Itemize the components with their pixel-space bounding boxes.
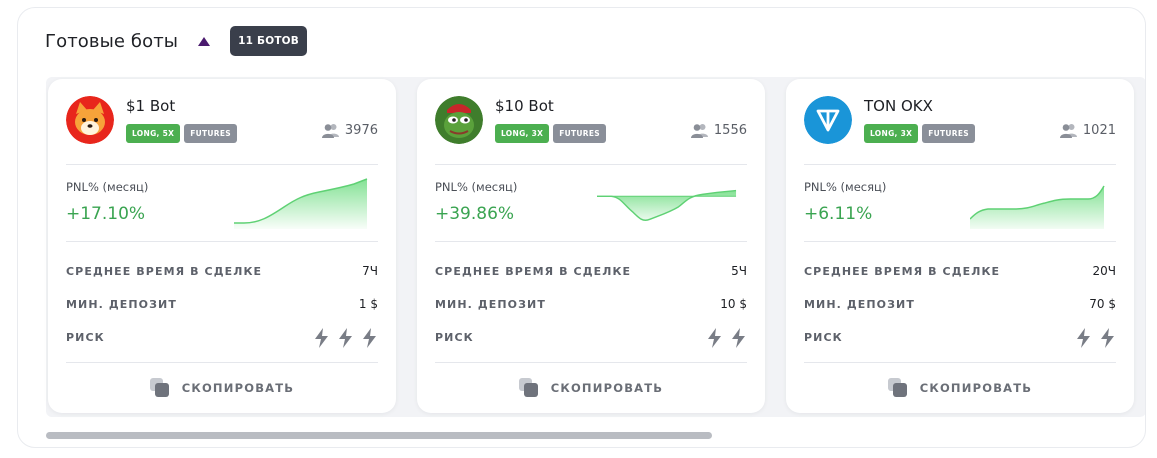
pepe-frog-icon	[435, 96, 483, 144]
lightning-icon	[1101, 328, 1114, 348]
copy-bot-button[interactable]: СКОПИРОВАТЬ	[48, 375, 396, 401]
ton-logo-icon	[804, 96, 852, 144]
bot-card: TON OKX LONG, 3X FUTURES 1021 PNL% (меся…	[786, 79, 1134, 413]
divider	[435, 362, 747, 363]
copy-label: СКОПИРОВАТЬ	[919, 381, 1033, 395]
copy-icon	[887, 378, 907, 397]
divider	[66, 362, 378, 363]
avg-time-label: СРЕДНЕЕ ВРЕМЯ В СДЕЛКЕ	[66, 265, 263, 278]
users-icon	[690, 124, 708, 138]
risk-indicator	[313, 328, 378, 348]
panel-title: Готовые боты	[45, 30, 179, 52]
copy-bot-button[interactable]: СКОПИРОВАТЬ	[786, 375, 1134, 401]
copy-icon	[149, 378, 169, 397]
users-count-value: 3976	[344, 123, 378, 138]
bot-name: $10 Bot	[495, 97, 554, 115]
risk-label: РИСК	[804, 331, 843, 344]
lightning-icon	[315, 328, 328, 348]
users-count: 1556	[690, 123, 747, 138]
copy-label: СКОПИРОВАТЬ	[550, 381, 664, 395]
shiba-inu-icon	[66, 96, 114, 144]
divider	[435, 241, 747, 242]
market-tag: FUTURES	[184, 124, 238, 143]
users-icon	[1059, 124, 1077, 138]
avg-time-value: 7Ч	[362, 264, 378, 278]
divider	[435, 164, 747, 165]
market-tag: FUTURES	[553, 124, 607, 143]
market-tag: FUTURES	[922, 124, 976, 143]
divider	[804, 362, 1116, 363]
lightning-icon	[339, 328, 352, 348]
ready-bots-panel: Готовые боты 11 БОТОВ $1 Bot LONG, 5X FU…	[17, 7, 1146, 448]
risk-label: РИСК	[66, 331, 105, 344]
min-deposit-label: МИН. ДЕПОЗИТ	[435, 298, 546, 311]
min-deposit-value: 10 $	[720, 297, 747, 311]
bot-card: $1 Bot LONG, 5X FUTURES 3976 PNL% (месяц…	[48, 79, 396, 413]
pnl-sparkline	[970, 185, 1105, 229]
risk-label: РИСК	[435, 331, 474, 344]
avg-time-value: 20Ч	[1092, 264, 1117, 278]
pnl-label: PNL% (месяц)	[435, 180, 518, 194]
bot-name: TON OKX	[864, 97, 933, 115]
strategy-tag: LONG, 3X	[495, 124, 550, 143]
pnl-sparkline	[234, 178, 368, 229]
users-icon	[321, 124, 339, 138]
strategy-tag: LONG, 3X	[864, 124, 919, 143]
collapse-toggle-icon[interactable]	[196, 33, 212, 49]
strategy-tag: LONG, 5X	[126, 124, 181, 143]
horizontal-scrollbar[interactable]	[46, 432, 712, 439]
pnl-value: +17.10%	[66, 204, 146, 224]
pnl-value: +6.11%	[804, 204, 873, 224]
pnl-sparkline	[597, 189, 737, 221]
min-deposit-label: МИН. ДЕПОЗИТ	[66, 298, 177, 311]
avg-time-label: СРЕДНЕЕ ВРЕМЯ В СДЕЛКЕ	[804, 265, 1001, 278]
pnl-label: PNL% (месяц)	[804, 180, 887, 194]
pnl-label: PNL% (месяц)	[66, 180, 149, 194]
divider	[804, 241, 1116, 242]
risk-indicator	[1075, 328, 1116, 348]
users-count-value: 1556	[713, 123, 747, 138]
min-deposit-value: 70 $	[1089, 297, 1116, 311]
users-count: 1021	[1059, 123, 1116, 138]
pnl-value: +39.86%	[435, 204, 515, 224]
copy-bot-button[interactable]: СКОПИРОВАТЬ	[417, 375, 765, 401]
panel-header: Готовые боты 11 БОТОВ	[45, 26, 308, 56]
avg-time-label: СРЕДНЕЕ ВРЕМЯ В СДЕЛКЕ	[435, 265, 632, 278]
min-deposit-label: МИН. ДЕПОЗИТ	[804, 298, 915, 311]
bot-tags: LONG, 3X FUTURES	[495, 124, 607, 143]
lightning-icon	[1077, 328, 1090, 348]
bot-card-header: $1 Bot LONG, 5X FUTURES 3976	[66, 96, 378, 146]
divider	[804, 164, 1116, 165]
copy-label: СКОПИРОВАТЬ	[181, 381, 295, 395]
bots-count-badge: 11 БОТОВ	[230, 26, 308, 56]
divider	[66, 164, 378, 165]
min-deposit-value: 1 $	[358, 297, 378, 311]
risk-indicator	[706, 328, 747, 348]
avg-time-value: 5Ч	[731, 264, 747, 278]
divider	[66, 241, 378, 242]
lightning-icon	[708, 328, 721, 348]
users-count-value: 1021	[1082, 123, 1116, 138]
bot-tags: LONG, 3X FUTURES	[864, 124, 976, 143]
copy-icon	[518, 378, 538, 397]
users-count: 3976	[321, 123, 378, 138]
bot-tags: LONG, 5X FUTURES	[126, 124, 238, 143]
lightning-icon	[732, 328, 745, 348]
bot-card-header: $10 Bot LONG, 3X FUTURES 1556	[435, 96, 747, 146]
lightning-icon	[363, 328, 376, 348]
bot-card-header: TON OKX LONG, 3X FUTURES 1021	[804, 96, 1116, 146]
bot-card: $10 Bot LONG, 3X FUTURES 1556 PNL% (меся…	[417, 79, 765, 413]
bot-name: $1 Bot	[126, 97, 176, 115]
